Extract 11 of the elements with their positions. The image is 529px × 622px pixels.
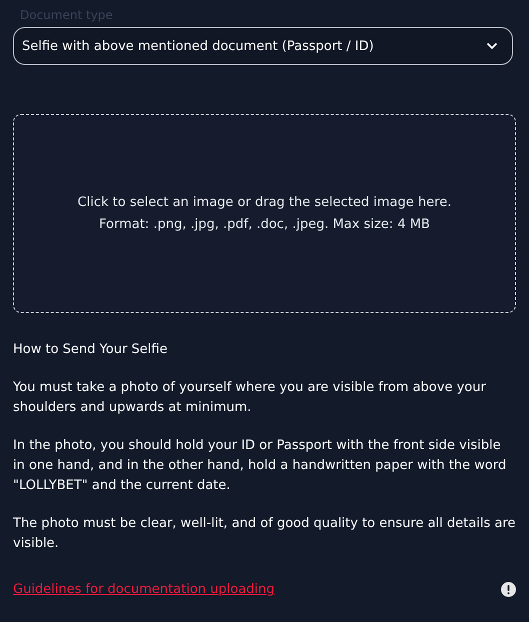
- dropzone-text: Format: .png, .jpg, .pdf, .doc, .jpeg. Max size: 4 MB: [99, 216, 430, 234]
- instruction-paragraph: In the photo, you should hold your ID or Passport with the front side visible in one hand, and in the other hand, hold a handwritten paper with the word "LOLLYBET" and the current date.: [13, 437, 508, 495]
- instruction-paragraph: You must take a photo of yourself where you are visible from above your shoulders and upwards at minimum.: [13, 379, 487, 417]
- guidelines-link[interactable]: Guidelines for documentation uploading: [13, 582, 275, 597]
- instruction-paragraph: The photo must be clear, well-lit, and of good quality to ensure all details are visible.: [13, 515, 516, 553]
- document-type-select[interactable]: Selfie with above mentioned document (Passport / ID): [13, 27, 513, 65]
- chevron-down-icon: [486, 42, 498, 50]
- instructions-title: How to Send Your Selfie: [13, 341, 168, 359]
- upload-dropzone[interactable]: Click to select an image or drag the selected image here. Format: .png, .jpg, .pdf, .doc, .jpeg. Max size: 4 MB: [13, 114, 516, 313]
- dropzone-text: Click to select an image or drag the selected image here.: [78, 194, 452, 212]
- info-icon[interactable]: [501, 582, 516, 597]
